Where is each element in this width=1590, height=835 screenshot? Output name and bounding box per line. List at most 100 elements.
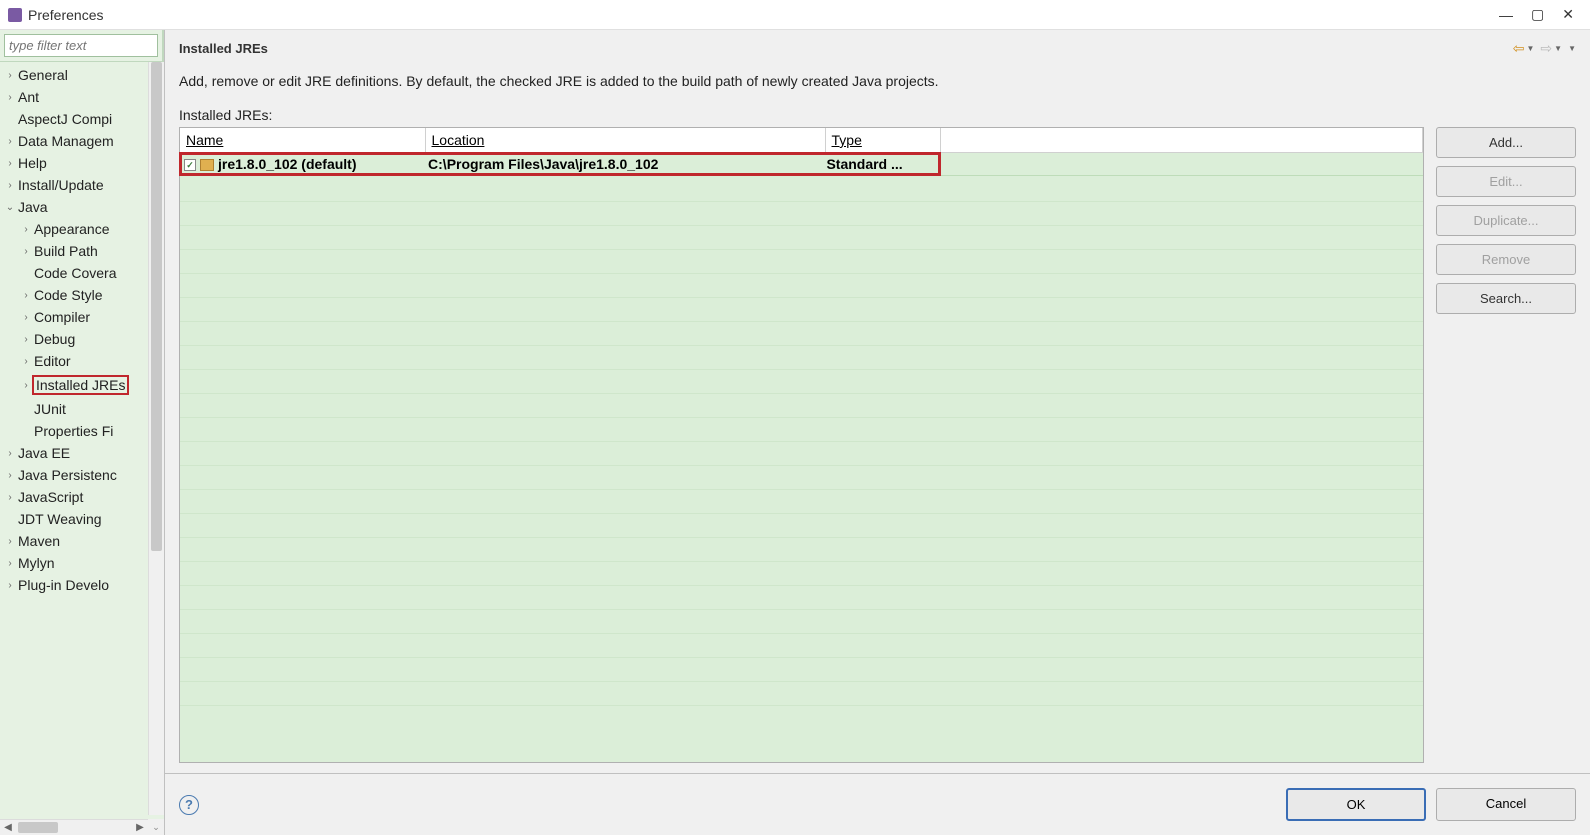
remove-button[interactable]: Remove (1436, 244, 1576, 275)
tree-item-code-covera[interactable]: Code Covera (0, 262, 164, 284)
footer: ? OK Cancel (165, 773, 1590, 835)
cancel-button[interactable]: Cancel (1436, 788, 1576, 821)
tree-item-label: JUnit (32, 401, 66, 417)
page-description: Add, remove or edit JRE definitions. By … (179, 67, 1576, 107)
tree-item-label: Mylyn (16, 555, 55, 571)
tree-item-editor[interactable]: ›Editor (0, 350, 164, 372)
tree-item-debug[interactable]: ›Debug (0, 328, 164, 350)
tree-item-label: Editor (32, 353, 71, 369)
jre-icon (200, 159, 214, 171)
chevron-down-icon[interactable]: ⌄ (4, 202, 16, 213)
page-title: Installed JREs (179, 41, 268, 56)
titlebar: Preferences — ▢ ✕ (0, 0, 1590, 30)
hscroll-left-icon[interactable]: ◀ (0, 822, 16, 833)
hscroll-thumb[interactable] (18, 822, 58, 833)
tree-item-aspectj-compi[interactable]: AspectJ Compi (0, 108, 164, 130)
help-icon[interactable]: ? (179, 795, 199, 815)
tree-item-label: Java EE (16, 445, 70, 461)
filter-input[interactable] (4, 34, 158, 57)
tree-item-build-path[interactable]: ›Build Path (0, 240, 164, 262)
chevron-right-icon[interactable]: › (20, 246, 32, 257)
chevron-right-icon[interactable]: › (4, 536, 16, 547)
minimize-icon[interactable]: — (1499, 7, 1513, 23)
col-location[interactable]: Location (425, 128, 825, 153)
chevron-right-icon[interactable]: › (4, 180, 16, 191)
jre-checkbox[interactable]: ✓ (184, 159, 196, 171)
col-name[interactable]: Name (180, 128, 425, 153)
nav-forward-button[interactable]: ⇨▼ (1540, 40, 1562, 57)
vscroll-thumb[interactable] (151, 62, 162, 551)
jre-location: C:\Program Files\Java\jre1.8.0_102 (428, 156, 826, 172)
add-button[interactable]: Add... (1436, 127, 1576, 158)
tree-item-install-update[interactable]: ›Install/Update (0, 174, 164, 196)
close-icon[interactable]: ✕ (1562, 6, 1574, 23)
tree-item-label: Compiler (32, 309, 90, 325)
tree-item-label: Data Managem (16, 133, 114, 149)
chevron-right-icon[interactable]: › (20, 334, 32, 345)
tree-item-junit[interactable]: JUnit (0, 398, 164, 420)
tree-item-java-persistenc[interactable]: ›Java Persistenc (0, 464, 164, 486)
tree-item-label: Maven (16, 533, 60, 549)
tree-item-ant[interactable]: ›Ant (0, 86, 164, 108)
tree-item-appearance[interactable]: ›Appearance (0, 218, 164, 240)
tree-item-label: AspectJ Compi (16, 111, 112, 127)
tree-item-compiler[interactable]: ›Compiler (0, 306, 164, 328)
chevron-right-icon[interactable]: › (4, 448, 16, 459)
chevron-right-icon[interactable]: › (4, 136, 16, 147)
chevron-right-icon[interactable]: › (20, 224, 32, 235)
tree-vscrollbar[interactable] (148, 62, 164, 815)
tree-scroll-corner: ⌄ (148, 819, 164, 835)
chevron-right-icon[interactable]: › (4, 492, 16, 503)
tree-item-jdt-weaving[interactable]: JDT Weaving (0, 508, 164, 530)
table-row[interactable]: ✓jre1.8.0_102 (default)C:\Program Files\… (180, 153, 1423, 176)
hscroll-right-icon[interactable]: ▶ (132, 822, 148, 833)
tree-item-label: General (16, 67, 68, 83)
tree-item-label: Code Style (32, 287, 102, 303)
tree-hscrollbar[interactable]: ◀ ▶ (0, 819, 148, 835)
tree-item-label: JavaScript (16, 489, 83, 505)
col-spacer (940, 128, 1423, 153)
tree-item-plug-in-develo[interactable]: ›Plug-in Develo (0, 574, 164, 596)
chevron-right-icon[interactable]: › (4, 580, 16, 591)
tree-item-label: Plug-in Develo (16, 577, 109, 593)
tree-item-general[interactable]: ›General (0, 64, 164, 86)
tree-item-label: Java Persistenc (16, 467, 117, 483)
jre-table-wrap: Name Location Type ✓jre1.8.0_102 (defaul… (179, 127, 1424, 763)
jre-type: Standard ... (826, 156, 936, 172)
search-button[interactable]: Search... (1436, 283, 1576, 314)
table-label: Installed JREs: (179, 107, 1576, 127)
duplicate-button[interactable]: Duplicate... (1436, 205, 1576, 236)
nav-menu-icon[interactable]: ▼ (1568, 44, 1576, 53)
edit-button[interactable]: Edit... (1436, 166, 1576, 197)
col-type[interactable]: Type (825, 128, 940, 153)
tree-item-installed-jres[interactable]: ›Installed JREs (0, 372, 164, 398)
chevron-right-icon[interactable]: › (4, 92, 16, 103)
chevron-right-icon[interactable]: › (20, 380, 32, 391)
tree-item-label: JDT Weaving (16, 511, 102, 527)
ok-button[interactable]: OK (1286, 788, 1426, 821)
tree-item-data-managem[interactable]: ›Data Managem (0, 130, 164, 152)
tree-item-javascript[interactable]: ›JavaScript (0, 486, 164, 508)
app-icon (8, 8, 22, 22)
maximize-icon[interactable]: ▢ (1531, 6, 1544, 23)
sidebar: ›General›AntAspectJ Compi›Data Managem›H… (0, 30, 165, 835)
chevron-right-icon[interactable]: › (20, 290, 32, 301)
chevron-right-icon[interactable]: › (4, 70, 16, 81)
tree-item-properties-fi[interactable]: Properties Fi (0, 420, 164, 442)
chevron-right-icon[interactable]: › (4, 558, 16, 569)
chevron-right-icon[interactable]: › (4, 158, 16, 169)
tree-item-mylyn[interactable]: ›Mylyn (0, 552, 164, 574)
tree-item-java-ee[interactable]: ›Java EE (0, 442, 164, 464)
content-pane: Installed JREs ⇦▼ ⇨▼ ▼ Add, remove or ed… (165, 30, 1590, 835)
tree-item-label: Install/Update (16, 177, 104, 193)
tree-item-label: Help (16, 155, 47, 171)
tree-item-code-style[interactable]: ›Code Style (0, 284, 164, 306)
tree-item-label: Java (16, 199, 48, 215)
chevron-right-icon[interactable]: › (20, 356, 32, 367)
tree-item-java[interactable]: ⌄Java (0, 196, 164, 218)
tree-item-maven[interactable]: ›Maven (0, 530, 164, 552)
nav-back-button[interactable]: ⇦▼ (1513, 40, 1535, 57)
tree-item-help[interactable]: ›Help (0, 152, 164, 174)
chevron-right-icon[interactable]: › (20, 312, 32, 323)
chevron-right-icon[interactable]: › (4, 470, 16, 481)
